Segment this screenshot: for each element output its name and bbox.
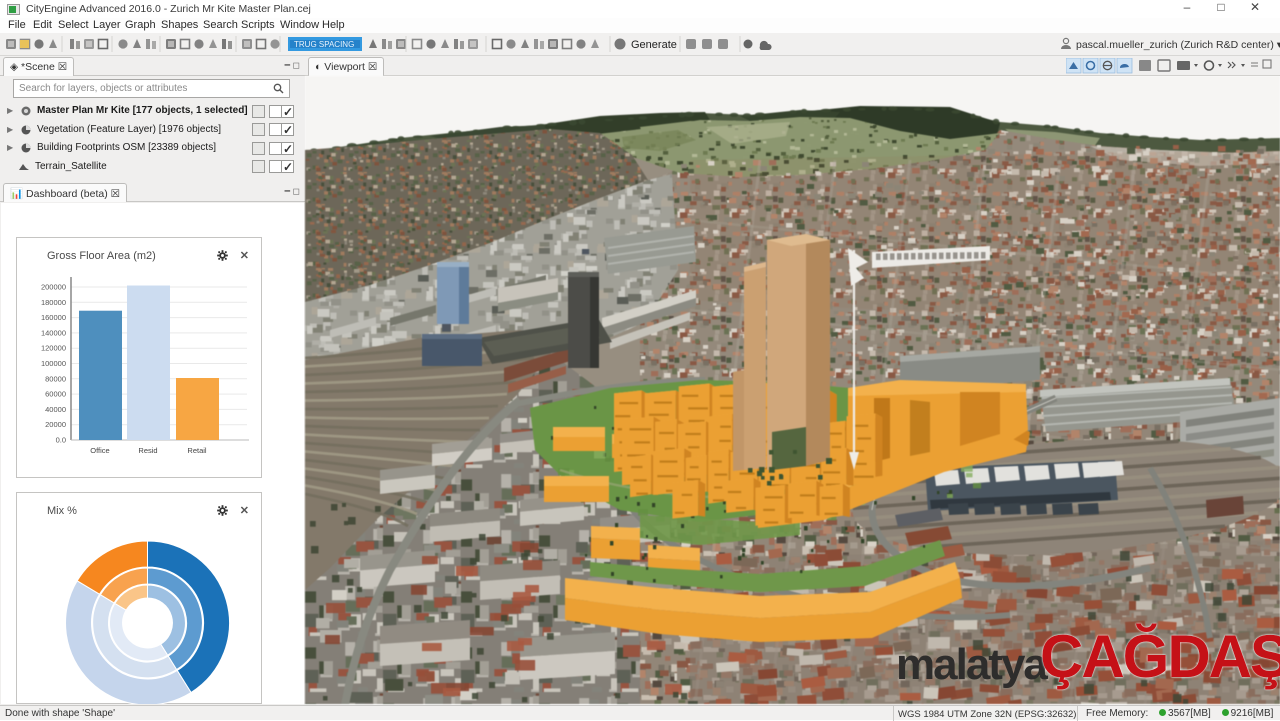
svg-text:Generate: Generate bbox=[631, 39, 677, 51]
svg-text:160000: 160000 bbox=[41, 313, 66, 322]
svg-text:120000: 120000 bbox=[41, 344, 66, 353]
svg-text:20000: 20000 bbox=[45, 420, 66, 429]
svg-text:100000: 100000 bbox=[41, 359, 66, 368]
svg-text:80000: 80000 bbox=[45, 374, 66, 383]
svg-text:Resid: Resid bbox=[138, 446, 157, 455]
svg-text:0.0: 0.0 bbox=[56, 436, 66, 445]
svg-text:60000: 60000 bbox=[45, 390, 66, 399]
svg-text:180000: 180000 bbox=[41, 298, 66, 307]
svg-text:TRUG SPACING: TRUG SPACING bbox=[294, 40, 354, 49]
svg-text:200000: 200000 bbox=[41, 283, 66, 292]
svg-text:pascal.mueller_zurich (Zurich: pascal.mueller_zurich (Zurich R&D center… bbox=[1076, 39, 1280, 51]
svg-text:140000: 140000 bbox=[41, 328, 66, 337]
svg-text:Office: Office bbox=[90, 446, 109, 455]
svg-text:40000: 40000 bbox=[45, 405, 66, 414]
svg-text:Retail: Retail bbox=[187, 446, 207, 455]
